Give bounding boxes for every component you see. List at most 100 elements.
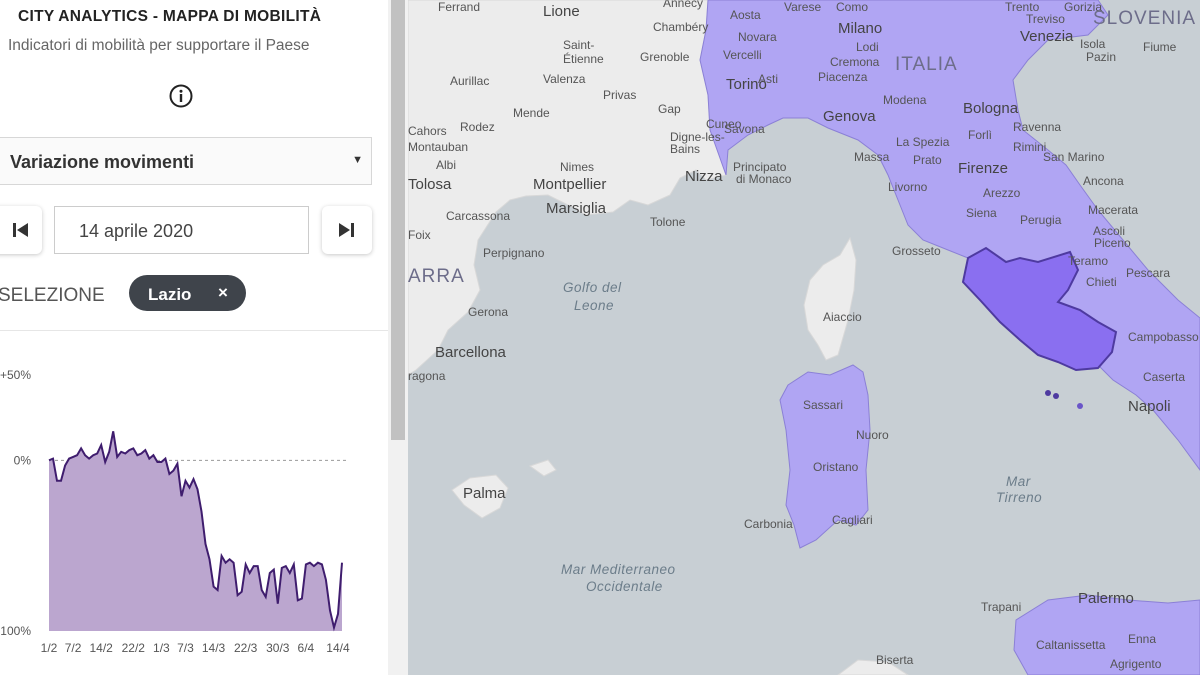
previous-date-button[interactable] xyxy=(0,206,42,254)
info-circle-icon[interactable] xyxy=(169,84,193,108)
map-label-city-big: Lione xyxy=(543,3,580,20)
sidebar-scrollbar[interactable] xyxy=(388,0,408,675)
x-tick-label: 30/3 xyxy=(266,641,290,655)
map-label-city: Enna xyxy=(1128,632,1157,646)
map-label-city: Annecy xyxy=(663,0,704,10)
map-label-city: Privas xyxy=(603,88,637,102)
map-label-city: Perugia xyxy=(1020,213,1062,227)
map-label-city-big: Genova xyxy=(823,108,876,125)
map-label-city: Varese xyxy=(784,0,822,14)
indicator-select[interactable]: Variazione movimenti ▼ xyxy=(0,137,372,185)
map-label-city: Bains xyxy=(670,142,701,156)
map-label-city: Massa xyxy=(854,150,890,164)
date-field[interactable]: 14 aprile 2020 xyxy=(54,206,309,254)
x-tick-label: 7/2 xyxy=(65,641,82,655)
map-label-city: Carbonia xyxy=(744,517,793,531)
map-label-city: Pazin xyxy=(1086,50,1117,64)
scrollbar-thumb[interactable] xyxy=(391,0,405,440)
map-label-city: Forlì xyxy=(968,128,992,142)
x-tick-label: 7/3 xyxy=(177,641,194,655)
skip-previous-icon xyxy=(13,223,28,237)
land-menorca xyxy=(528,459,557,477)
map-label-city: Lodi xyxy=(856,40,879,54)
map-label-city: Rodez xyxy=(460,120,495,134)
land-sicily[interactable] xyxy=(1013,594,1200,675)
map-label-city: La Spezia xyxy=(896,135,950,149)
map-canvas[interactable] xyxy=(408,0,1200,675)
selection-chip-label: Lazio xyxy=(148,285,192,304)
map-label-city: Gap xyxy=(658,102,681,116)
chevron-down-icon: ▼ xyxy=(352,154,363,166)
x-tick-label: 1/3 xyxy=(153,641,170,655)
map-label-city: Chambéry xyxy=(653,20,709,34)
map-label-city-big: Venezia xyxy=(1020,28,1074,45)
selection-label: SELEZIONE xyxy=(0,285,105,306)
map-label-city: Piceno xyxy=(1094,236,1131,250)
map-label-city: Asti xyxy=(758,72,779,86)
map-label-city: Macerata xyxy=(1088,203,1139,217)
map-label-city: Biserta xyxy=(876,653,914,667)
map-label-country: ARRA xyxy=(408,266,465,287)
map-label-city: Aurillac xyxy=(450,74,490,88)
map-label-city: Tolone xyxy=(650,215,686,229)
map-label-city: Ancona xyxy=(1083,174,1124,188)
map-label-city: di Monaco xyxy=(736,172,792,186)
land-corsica xyxy=(803,236,857,361)
y-tick-label: 0% xyxy=(14,453,32,467)
map-label-country: SLOVENIA xyxy=(1093,8,1197,29)
map-label-city: Nuoro xyxy=(856,428,889,442)
map-label-city: Gerona xyxy=(468,305,509,319)
map-label-city: Perpignano xyxy=(483,246,545,260)
map-label-country: ITALIA xyxy=(895,54,958,75)
divider xyxy=(0,330,388,331)
x-tick-label: 1/2 xyxy=(41,641,58,655)
sidebar-panel: CITY ANALYTICS - MAPPA DI MOBILITÀ Indic… xyxy=(0,0,388,675)
map-label-city: Agrigento xyxy=(1110,657,1162,671)
map-label-city-big: Tolosa xyxy=(408,176,452,193)
map-label-city: Cremona xyxy=(830,55,880,69)
map-label-city-big: Milano xyxy=(838,20,883,37)
map-label-city: Vercelli xyxy=(723,48,762,62)
map-label-city: Albi xyxy=(436,158,457,172)
map-label-city: Arezzo xyxy=(983,186,1021,200)
skip-next-icon xyxy=(339,223,354,237)
map-view[interactable]: Ferrand Lione Annecy Chambéry Saint- Étienne G… xyxy=(408,0,1200,675)
selection-chip[interactable]: Lazio × xyxy=(129,275,246,311)
map-label-city: Aiaccio xyxy=(823,310,862,324)
map-label-city: Savona xyxy=(724,122,765,136)
map-label-city: Cahors xyxy=(408,124,447,138)
map-label-sea: Golfo del xyxy=(563,280,622,295)
map-label-city: Foix xyxy=(408,228,431,242)
map-label-city: Sassari xyxy=(803,398,844,412)
app-title: CITY ANALYTICS - MAPPA DI MOBILITÀ xyxy=(18,8,322,25)
mobility-chart: +50% 0% -100% 1/2 7/2 14/2 22/2 1/3 7/3 14/3 22/3… xyxy=(0,368,350,655)
map-label-sea: Tirreno xyxy=(996,490,1043,505)
map-label-city: Étienne xyxy=(563,52,604,66)
y-tick-label: +50% xyxy=(0,368,31,382)
next-date-button[interactable] xyxy=(322,206,372,254)
map-label-city: Prato xyxy=(913,153,942,167)
map-label-city: Rimini xyxy=(1013,140,1047,154)
map-label-city: Como xyxy=(836,0,869,14)
map-label-city: Treviso xyxy=(1026,12,1065,26)
map-label-city: Pescara xyxy=(1126,266,1171,280)
map-label-city-big: Barcellona xyxy=(435,344,506,361)
map-label-city-big: Bologna xyxy=(963,100,1019,117)
map-label-sea: Occidentale xyxy=(586,579,663,594)
map-label-sea: Mar Mediterraneo xyxy=(561,562,676,577)
map-label-city: Modena xyxy=(883,93,927,107)
map-label-city-big: Montpellier xyxy=(533,176,607,193)
map-label-city: ragona xyxy=(408,369,446,383)
app-subtitle: Indicatori di mobilità per supportare il… xyxy=(8,37,310,54)
x-tick-label: 22/3 xyxy=(234,641,258,655)
map-label-city-big: Marsiglia xyxy=(546,200,607,217)
map-label-city: Campobasso xyxy=(1128,330,1199,344)
map-label-city: Piacenza xyxy=(818,70,868,84)
map-label-city-big: Napoli xyxy=(1128,398,1171,415)
map-label-city: Novara xyxy=(738,30,777,44)
close-icon[interactable]: × xyxy=(218,283,228,303)
map-label-city-big: Palma xyxy=(463,485,506,502)
map-label-city: Grenoble xyxy=(640,50,690,64)
map-label-city: Grosseto xyxy=(892,244,941,258)
map-label-city: Oristano xyxy=(813,460,859,474)
